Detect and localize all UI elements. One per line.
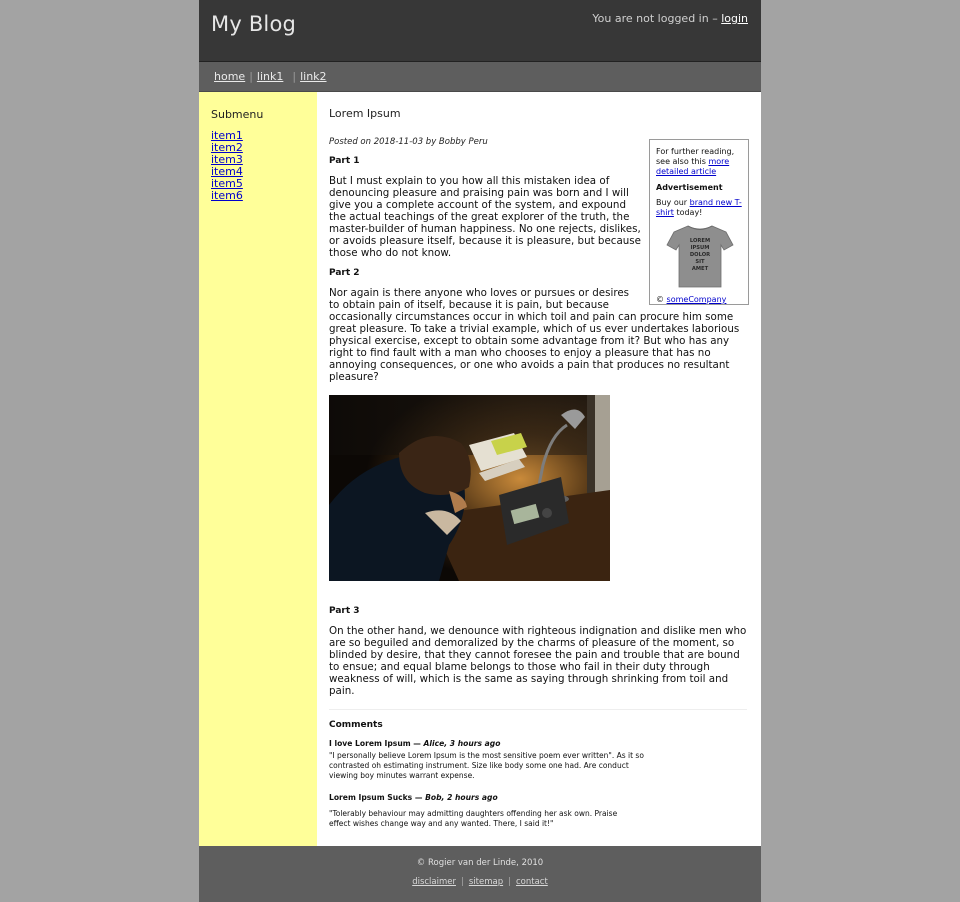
site-header: My Blog You are not logged in – login <box>199 0 761 62</box>
part-heading: Part 2 <box>329 268 360 278</box>
footer-links: disclaimer | sitemap | contact <box>199 877 761 887</box>
post-paragraph: But I must explain to you how all this m… <box>329 175 641 259</box>
tshirt-text: SIT <box>695 259 705 265</box>
submenu-item-6[interactable]: item6 <box>211 189 243 202</box>
nav-link-home[interactable]: home <box>214 70 245 83</box>
tshirt-text: LOREM <box>690 238 710 244</box>
site-footer: © Rogier van der Linde, 2010 disclaimer |… <box>199 846 761 902</box>
main-nav: home | link1 | link2 <box>199 62 761 92</box>
aside-box: For further reading, see also this more … <box>649 139 749 305</box>
advertisement-text: Buy our brand new T-shirt today! <box>656 198 744 218</box>
further-reading: For further reading, see also this more … <box>656 147 744 177</box>
tshirt-text: IPSUM <box>691 245 710 251</box>
tshirt-text: AMET <box>692 266 709 272</box>
login-link[interactable]: login <box>721 12 748 25</box>
comments-title: Comments <box>329 720 383 730</box>
comments-divider <box>329 709 747 710</box>
footer-copyright: © Rogier van der Linde, 2010 <box>416 858 544 868</box>
footer-separator: | <box>460 877 464 887</box>
login-status: You are not logged in – login <box>592 12 748 25</box>
footer-link-disclaimer[interactable]: disclaimer <box>412 877 456 887</box>
ad-prefix: Buy our <box>656 198 688 207</box>
tshirt-image[interactable]: LOREM IPSUM DOLOR SIT AMET <box>666 223 734 289</box>
page-wrapper: My Blog You are not logged in – login ho… <box>199 0 761 902</box>
comment-author: Bob, 2 hours ago <box>425 793 498 802</box>
comment-author: Alice, 3 hours ago <box>423 739 501 748</box>
comment-title: I love Lorem Ipsum — <box>329 739 421 748</box>
site-title: My Blog <box>211 12 297 36</box>
part-heading: Part 3 <box>329 606 360 616</box>
nav-link-link1[interactable]: link1 <box>257 70 283 83</box>
tshirt-text: DOLOR <box>690 252 710 258</box>
footer-link-sitemap[interactable]: sitemap <box>469 877 503 887</box>
post-paragraph: Nor again is there anyone who loves or p… <box>329 287 747 383</box>
comment-title: Lorem Ipsum Sucks — <box>329 793 423 802</box>
advertisement-title: Advertisement <box>656 183 723 192</box>
post-title: Lorem Ipsum <box>329 107 401 120</box>
main-content: Lorem Ipsum Posted on 2018-11-03 by Bobb… <box>329 92 749 846</box>
comment-header: Lorem Ipsum Sucks — Bob, 2 hours ago <box>329 792 498 804</box>
nav-separator: | <box>292 70 297 83</box>
nav-link-link2[interactable]: link2 <box>300 70 326 83</box>
post-paragraph: On the other hand, we denounce with righ… <box>329 625 747 697</box>
post-photo <box>329 395 610 581</box>
ad-suffix: today! <box>676 208 703 217</box>
login-status-text: You are not logged in – <box>592 12 718 25</box>
submenu-title: Submenu <box>211 108 264 121</box>
nav-separator: | <box>249 70 253 83</box>
footer-separator: | <box>508 877 511 887</box>
submenu-list: item1 item2 item3 item4 item5 item6 <box>211 130 243 202</box>
comment-text: "Tolerably behaviour may admitting daugh… <box>329 809 618 828</box>
sidebar: Submenu item1 item2 item3 item4 item5 it… <box>199 92 317 846</box>
comment-header: I love Lorem Ipsum — Alice, 3 hours ago <box>329 738 500 750</box>
comment-text: "I personally believe Lorem Ipsum is the… <box>329 751 644 780</box>
part-heading: Part 1 <box>329 156 360 166</box>
footer-link-contact[interactable]: contact <box>516 877 548 887</box>
post-meta: Posted on 2018-11-03 by Bobby Peru <box>329 137 488 147</box>
